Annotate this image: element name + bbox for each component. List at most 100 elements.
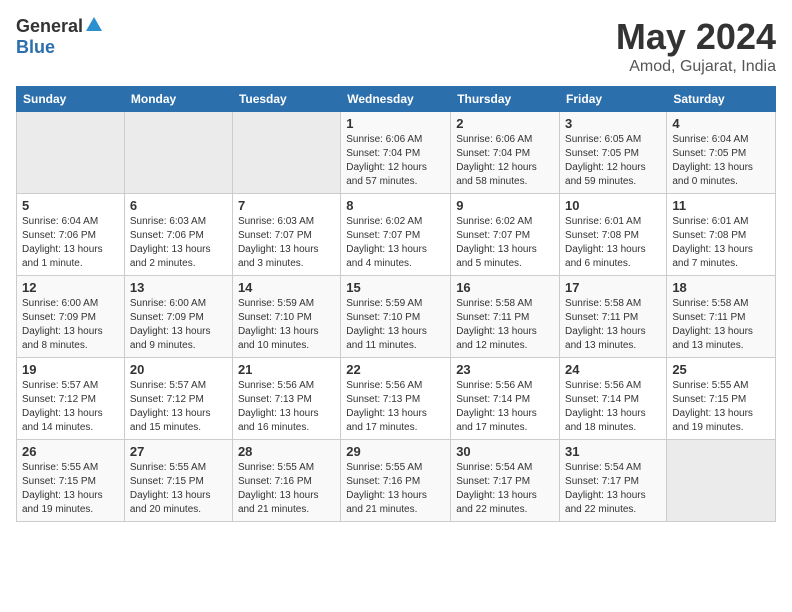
day-info: Sunrise: 6:00 AM Sunset: 7:09 PM Dayligh… bbox=[22, 297, 119, 353]
day-number: 26 bbox=[22, 444, 119, 459]
day-info: Sunrise: 6:00 AM Sunset: 7:09 PM Dayligh… bbox=[130, 297, 227, 353]
calendar-cell: 13 Sunrise: 6:00 AM Sunset: 7:09 PM Dayli… bbox=[124, 276, 232, 358]
day-info: Sunrise: 5:59 AM Sunset: 7:10 PM Dayligh… bbox=[238, 297, 335, 353]
header-day-thursday: Thursday bbox=[451, 87, 560, 112]
logo-triangle-icon bbox=[86, 17, 102, 36]
calendar-cell: 8Sunrise: 6:02 AM Sunset: 7:07 PM Daylig… bbox=[341, 194, 451, 276]
day-info: Sunrise: 5:58 AM Sunset: 7:11 PM Dayligh… bbox=[456, 297, 554, 353]
day-info: Sunrise: 6:02 AM Sunset: 7:07 PM Dayligh… bbox=[346, 215, 445, 271]
calendar-cell: 24 Sunrise: 5:56 AM Sunset: 7:14 PM Dayli… bbox=[560, 358, 667, 440]
title-area: May 2024 Amod, Gujarat, India bbox=[616, 16, 776, 76]
calendar-cell: 9Sunrise: 6:02 AM Sunset: 7:07 PM Daylig… bbox=[451, 194, 560, 276]
calendar-cell bbox=[232, 112, 340, 194]
day-number: 10 bbox=[565, 198, 661, 213]
day-number: 16 bbox=[456, 280, 554, 295]
day-info: Sunrise: 6:04 AM Sunset: 7:06 PM Dayligh… bbox=[22, 215, 119, 271]
calendar-cell: 17 Sunrise: 5:58 AM Sunset: 7:11 PM Dayli… bbox=[560, 276, 667, 358]
calendar-cell: 30 Sunrise: 5:54 AM Sunset: 7:17 PM Dayli… bbox=[451, 440, 560, 522]
calendar-cell: 4 Sunrise: 6:04 AM Sunset: 7:05 PM Daylig… bbox=[667, 112, 776, 194]
day-number: 3 bbox=[565, 116, 661, 131]
day-info: Sunrise: 5:56 AM Sunset: 7:13 PM Dayligh… bbox=[238, 379, 335, 435]
day-number: 17 bbox=[565, 280, 661, 295]
day-info: Sunrise: 6:05 AM Sunset: 7:05 PM Dayligh… bbox=[565, 133, 661, 189]
calendar-cell: 28Sunrise: 5:55 AM Sunset: 7:16 PM Dayli… bbox=[232, 440, 340, 522]
day-number: 6 bbox=[130, 198, 227, 213]
calendar-cell: 29Sunrise: 5:55 AM Sunset: 7:16 PM Dayli… bbox=[341, 440, 451, 522]
calendar-cell: 15 Sunrise: 5:59 AM Sunset: 7:10 PM Dayli… bbox=[341, 276, 451, 358]
day-number: 28 bbox=[238, 444, 335, 459]
day-number: 12 bbox=[22, 280, 119, 295]
day-number: 23 bbox=[456, 362, 554, 377]
calendar-cell: 19 Sunrise: 5:57 AM Sunset: 7:12 PM Dayli… bbox=[17, 358, 125, 440]
day-number: 24 bbox=[565, 362, 661, 377]
calendar-cell: 14Sunrise: 5:59 AM Sunset: 7:10 PM Dayli… bbox=[232, 276, 340, 358]
week-row-2: 5 Sunrise: 6:04 AM Sunset: 7:06 PM Daylig… bbox=[17, 194, 776, 276]
calendar-cell: 27 Sunrise: 5:55 AM Sunset: 7:15 PM Dayli… bbox=[124, 440, 232, 522]
day-info: Sunrise: 5:56 AM Sunset: 7:13 PM Dayligh… bbox=[346, 379, 445, 435]
calendar-cell bbox=[667, 440, 776, 522]
calendar-cell: 11Sunrise: 6:01 AM Sunset: 7:08 PM Dayli… bbox=[667, 194, 776, 276]
calendar-cell: 2Sunrise: 6:06 AM Sunset: 7:04 PM Daylig… bbox=[451, 112, 560, 194]
day-number: 1 bbox=[346, 116, 445, 131]
week-row-3: 12 Sunrise: 6:00 AM Sunset: 7:09 PM Dayli… bbox=[17, 276, 776, 358]
calendar-cell: 3 Sunrise: 6:05 AM Sunset: 7:05 PM Daylig… bbox=[560, 112, 667, 194]
day-info: Sunrise: 5:57 AM Sunset: 7:12 PM Dayligh… bbox=[130, 379, 227, 435]
calendar-cell: 21 Sunrise: 5:56 AM Sunset: 7:13 PM Dayli… bbox=[232, 358, 340, 440]
calendar-cell: 10 Sunrise: 6:01 AM Sunset: 7:08 PM Dayli… bbox=[560, 194, 667, 276]
calendar-cell: 5 Sunrise: 6:04 AM Sunset: 7:06 PM Daylig… bbox=[17, 194, 125, 276]
day-info: Sunrise: 5:58 AM Sunset: 7:11 PM Dayligh… bbox=[672, 297, 770, 353]
day-number: 30 bbox=[456, 444, 554, 459]
day-info: Sunrise: 6:04 AM Sunset: 7:05 PM Dayligh… bbox=[672, 133, 770, 189]
location-title: Amod, Gujarat, India bbox=[616, 58, 776, 76]
week-row-5: 26 Sunrise: 5:55 AM Sunset: 7:15 PM Dayli… bbox=[17, 440, 776, 522]
day-number: 7 bbox=[238, 198, 335, 213]
logo-general-text: General bbox=[16, 16, 83, 37]
day-number: 5 bbox=[22, 198, 119, 213]
day-info: Sunrise: 6:06 AM Sunset: 7:04 PM Dayligh… bbox=[346, 133, 445, 189]
day-info: Sunrise: 5:55 AM Sunset: 7:15 PM Dayligh… bbox=[130, 461, 227, 517]
calendar-cell: 7Sunrise: 6:03 AM Sunset: 7:07 PM Daylig… bbox=[232, 194, 340, 276]
header-day-friday: Friday bbox=[560, 87, 667, 112]
day-number: 21 bbox=[238, 362, 335, 377]
day-info: Sunrise: 5:56 AM Sunset: 7:14 PM Dayligh… bbox=[456, 379, 554, 435]
day-info: Sunrise: 6:06 AM Sunset: 7:04 PM Dayligh… bbox=[456, 133, 554, 189]
day-number: 13 bbox=[130, 280, 227, 295]
month-title: May 2024 bbox=[616, 16, 776, 58]
calendar-table: SundayMondayTuesdayWednesdayThursdayFrid… bbox=[16, 86, 776, 522]
day-info: Sunrise: 5:59 AM Sunset: 7:10 PM Dayligh… bbox=[346, 297, 445, 353]
day-number: 29 bbox=[346, 444, 445, 459]
calendar-cell: 1 Sunrise: 6:06 AM Sunset: 7:04 PM Daylig… bbox=[341, 112, 451, 194]
day-number: 27 bbox=[130, 444, 227, 459]
calendar-cell bbox=[124, 112, 232, 194]
day-info: Sunrise: 5:56 AM Sunset: 7:14 PM Dayligh… bbox=[565, 379, 661, 435]
day-info: Sunrise: 5:55 AM Sunset: 7:15 PM Dayligh… bbox=[22, 461, 119, 517]
calendar-cell: 16 Sunrise: 5:58 AM Sunset: 7:11 PM Dayli… bbox=[451, 276, 560, 358]
calendar-body: 1 Sunrise: 6:06 AM Sunset: 7:04 PM Daylig… bbox=[17, 112, 776, 522]
page-header: General Blue May 2024 Amod, Gujarat, Ind… bbox=[16, 16, 776, 76]
day-info: Sunrise: 6:02 AM Sunset: 7:07 PM Dayligh… bbox=[456, 215, 554, 271]
calendar-cell: 12 Sunrise: 6:00 AM Sunset: 7:09 PM Dayli… bbox=[17, 276, 125, 358]
day-number: 25 bbox=[672, 362, 770, 377]
week-row-1: 1 Sunrise: 6:06 AM Sunset: 7:04 PM Daylig… bbox=[17, 112, 776, 194]
day-number: 15 bbox=[346, 280, 445, 295]
day-number: 19 bbox=[22, 362, 119, 377]
day-number: 31 bbox=[565, 444, 661, 459]
calendar-cell: 31 Sunrise: 5:54 AM Sunset: 7:17 PM Dayli… bbox=[560, 440, 667, 522]
day-info: Sunrise: 5:58 AM Sunset: 7:11 PM Dayligh… bbox=[565, 297, 661, 353]
day-info: Sunrise: 5:54 AM Sunset: 7:17 PM Dayligh… bbox=[456, 461, 554, 517]
header-day-tuesday: Tuesday bbox=[232, 87, 340, 112]
day-number: 11 bbox=[672, 198, 770, 213]
week-row-4: 19 Sunrise: 5:57 AM Sunset: 7:12 PM Dayli… bbox=[17, 358, 776, 440]
calendar-cell: 18 Sunrise: 5:58 AM Sunset: 7:11 PM Dayli… bbox=[667, 276, 776, 358]
header-day-sunday: Sunday bbox=[17, 87, 125, 112]
day-number: 20 bbox=[130, 362, 227, 377]
calendar-cell: 26 Sunrise: 5:55 AM Sunset: 7:15 PM Dayli… bbox=[17, 440, 125, 522]
day-number: 18 bbox=[672, 280, 770, 295]
calendar-cell: 22Sunrise: 5:56 AM Sunset: 7:13 PM Dayli… bbox=[341, 358, 451, 440]
day-number: 4 bbox=[672, 116, 770, 131]
day-info: Sunrise: 5:54 AM Sunset: 7:17 PM Dayligh… bbox=[565, 461, 661, 517]
calendar-header: SundayMondayTuesdayWednesdayThursdayFrid… bbox=[17, 87, 776, 112]
day-info: Sunrise: 6:01 AM Sunset: 7:08 PM Dayligh… bbox=[565, 215, 661, 271]
day-info: Sunrise: 5:57 AM Sunset: 7:12 PM Dayligh… bbox=[22, 379, 119, 435]
logo-blue-text: Blue bbox=[16, 37, 55, 58]
